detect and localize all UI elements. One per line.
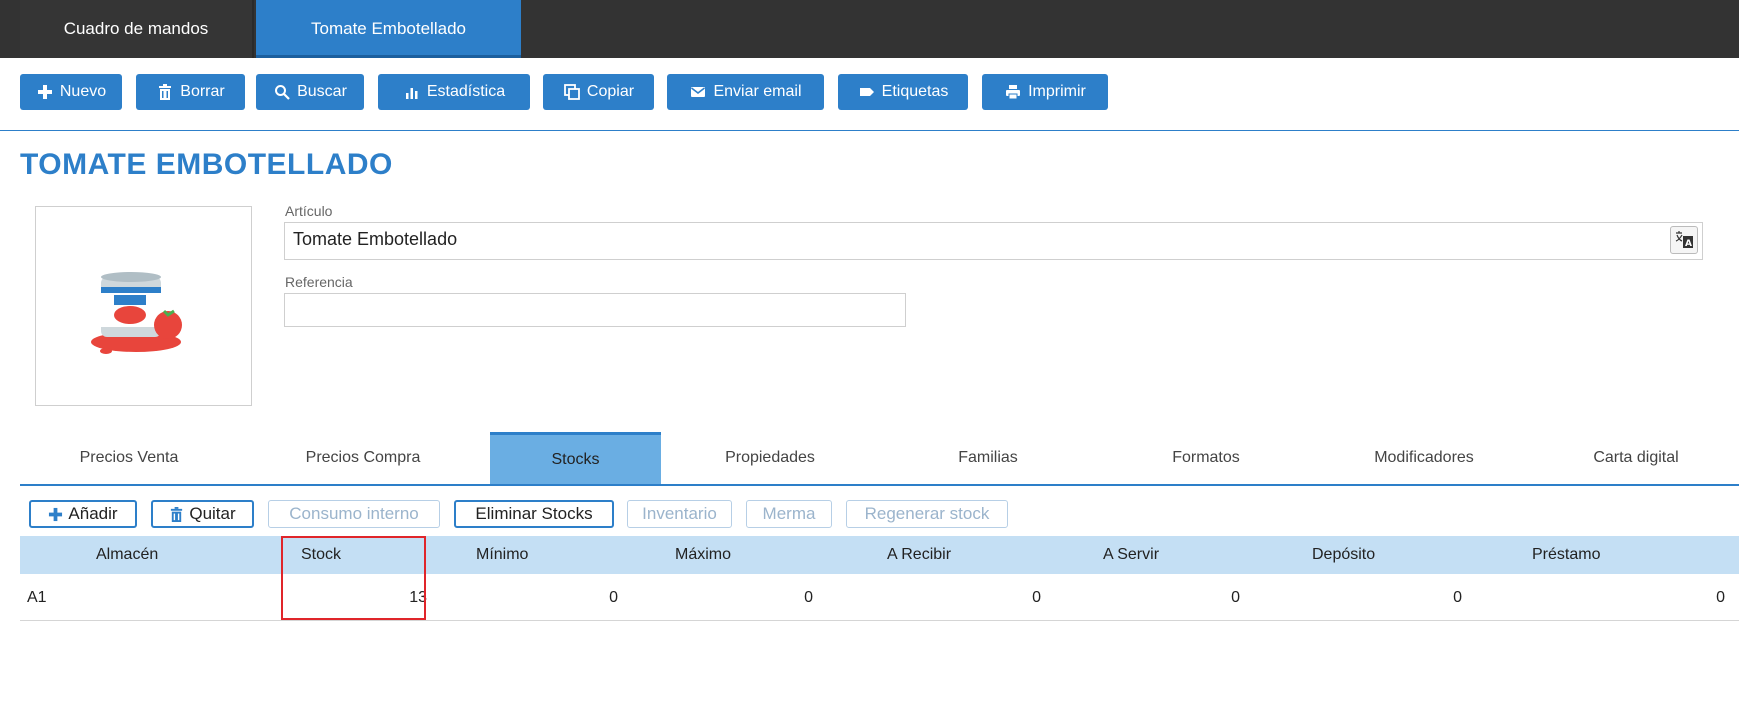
print-button[interactable]: Imprimir bbox=[982, 74, 1108, 110]
internal-consumption-button[interactable]: Consumo interno bbox=[268, 500, 440, 528]
search-icon bbox=[273, 83, 291, 101]
tab-precios-venta[interactable]: Precios Venta bbox=[20, 432, 238, 484]
delete-button-label: Borrar bbox=[180, 83, 225, 100]
section-tabs: Precios Venta Precios Compra Stocks Prop… bbox=[0, 432, 1739, 486]
tab-label: Tomate Embotellado bbox=[311, 19, 466, 38]
column-header-minimo[interactable]: Mínimo bbox=[476, 536, 528, 574]
tab-precios-compra[interactable]: Precios Compra bbox=[238, 432, 488, 484]
delete-stocks-button[interactable]: Eliminar Stocks bbox=[454, 500, 614, 528]
plus-icon bbox=[36, 83, 54, 101]
remove-button-label: Quitar bbox=[189, 504, 236, 523]
statistics-button[interactable]: Estadística bbox=[378, 74, 530, 110]
cell-deposito: 0 bbox=[1453, 589, 1462, 606]
tab-tomate-embotellado[interactable]: Tomate Embotellado bbox=[256, 0, 521, 58]
send-email-button-label: Enviar email bbox=[713, 83, 802, 100]
statistics-button-label: Estadística bbox=[426, 83, 506, 100]
column-header-a-recibir[interactable]: A Recibir bbox=[887, 536, 951, 574]
tab-familias[interactable]: Familias bbox=[879, 432, 1097, 484]
inventory-button[interactable]: Inventario bbox=[627, 500, 732, 528]
tab-formatos[interactable]: Formatos bbox=[1097, 432, 1315, 484]
column-header-maximo[interactable]: Máximo bbox=[675, 536, 731, 574]
search-button[interactable]: Buscar bbox=[256, 74, 364, 110]
copy-button-label: Copiar bbox=[586, 83, 635, 100]
plus-icon bbox=[48, 507, 63, 522]
new-button[interactable]: Nuevo bbox=[20, 74, 122, 110]
product-image[interactable] bbox=[35, 206, 252, 406]
article-label: Artículo bbox=[285, 203, 333, 219]
svg-text:A: A bbox=[1685, 239, 1692, 249]
cell-prestamo: 0 bbox=[1716, 589, 1725, 606]
tab-carta-digital[interactable]: Carta digital bbox=[1533, 432, 1739, 484]
tag-icon bbox=[858, 83, 876, 101]
print-button-label: Imprimir bbox=[1028, 83, 1086, 100]
trash-icon bbox=[156, 83, 174, 101]
tab-cuadro-de-mandos[interactable]: Cuadro de mandos bbox=[20, 0, 254, 58]
tab-propiedades[interactable]: Propiedades bbox=[661, 432, 879, 484]
cell-maximo: 0 bbox=[804, 589, 813, 606]
trash-icon bbox=[169, 506, 184, 522]
column-header-almacen[interactable]: Almacén bbox=[96, 536, 158, 574]
add-button-label: Añadir bbox=[68, 504, 118, 523]
cell-a-recibir: 0 bbox=[1032, 589, 1041, 606]
stock-table-header: Almacén Stock Mínimo Máximo A Recibir A … bbox=[20, 536, 1739, 574]
stock-highlight-box bbox=[281, 536, 426, 620]
printer-icon bbox=[1004, 83, 1022, 101]
main-toolbar: Nuevo Borrar Buscar Estadística Copiar E… bbox=[0, 58, 1739, 131]
article-field[interactable]: Tomate Embotellado bbox=[284, 222, 1703, 260]
shrinkage-button[interactable]: Merma bbox=[746, 500, 832, 528]
search-button-label: Buscar bbox=[297, 83, 347, 100]
reference-label: Referencia bbox=[285, 274, 353, 290]
table-row[interactable]: A1 13 0 0 0 0 0 0 bbox=[20, 576, 1739, 621]
column-header-deposito[interactable]: Depósito bbox=[1312, 536, 1375, 574]
column-header-prestamo[interactable]: Préstamo bbox=[1532, 536, 1600, 574]
envelope-icon bbox=[689, 83, 707, 101]
top-tab-bar: Cuadro de mandos Tomate Embotellado bbox=[0, 0, 1739, 58]
copy-icon bbox=[563, 83, 581, 101]
tomato-soup-can-icon bbox=[91, 272, 182, 354]
delete-button[interactable]: Borrar bbox=[136, 74, 245, 110]
labels-button-label: Etiquetas bbox=[881, 83, 949, 100]
cell-a-servir: 0 bbox=[1231, 589, 1240, 606]
labels-button[interactable]: Etiquetas bbox=[838, 74, 968, 110]
tab-stocks[interactable]: Stocks bbox=[490, 432, 661, 484]
add-button[interactable]: Añadir bbox=[29, 500, 137, 528]
bar-chart-icon bbox=[403, 83, 421, 101]
new-button-label: Nuevo bbox=[59, 83, 107, 100]
regenerate-stock-button[interactable]: Regenerar stock bbox=[846, 500, 1008, 528]
tabs-underline bbox=[20, 484, 1739, 486]
page-title: TOMATE EMBOTELLADO bbox=[20, 148, 393, 181]
column-header-a-servir[interactable]: A Servir bbox=[1103, 536, 1159, 574]
remove-button[interactable]: Quitar bbox=[151, 500, 254, 528]
reference-field[interactable] bbox=[284, 293, 906, 327]
translate-icon[interactable]: A bbox=[1670, 226, 1698, 254]
copy-button[interactable]: Copiar bbox=[543, 74, 654, 110]
send-email-button[interactable]: Enviar email bbox=[667, 74, 824, 110]
tab-modificadores[interactable]: Modificadores bbox=[1315, 432, 1533, 484]
tab-label: Cuadro de mandos bbox=[63, 19, 209, 38]
cell-almacen: A1 bbox=[27, 589, 47, 606]
cell-minimo: 0 bbox=[609, 589, 618, 606]
